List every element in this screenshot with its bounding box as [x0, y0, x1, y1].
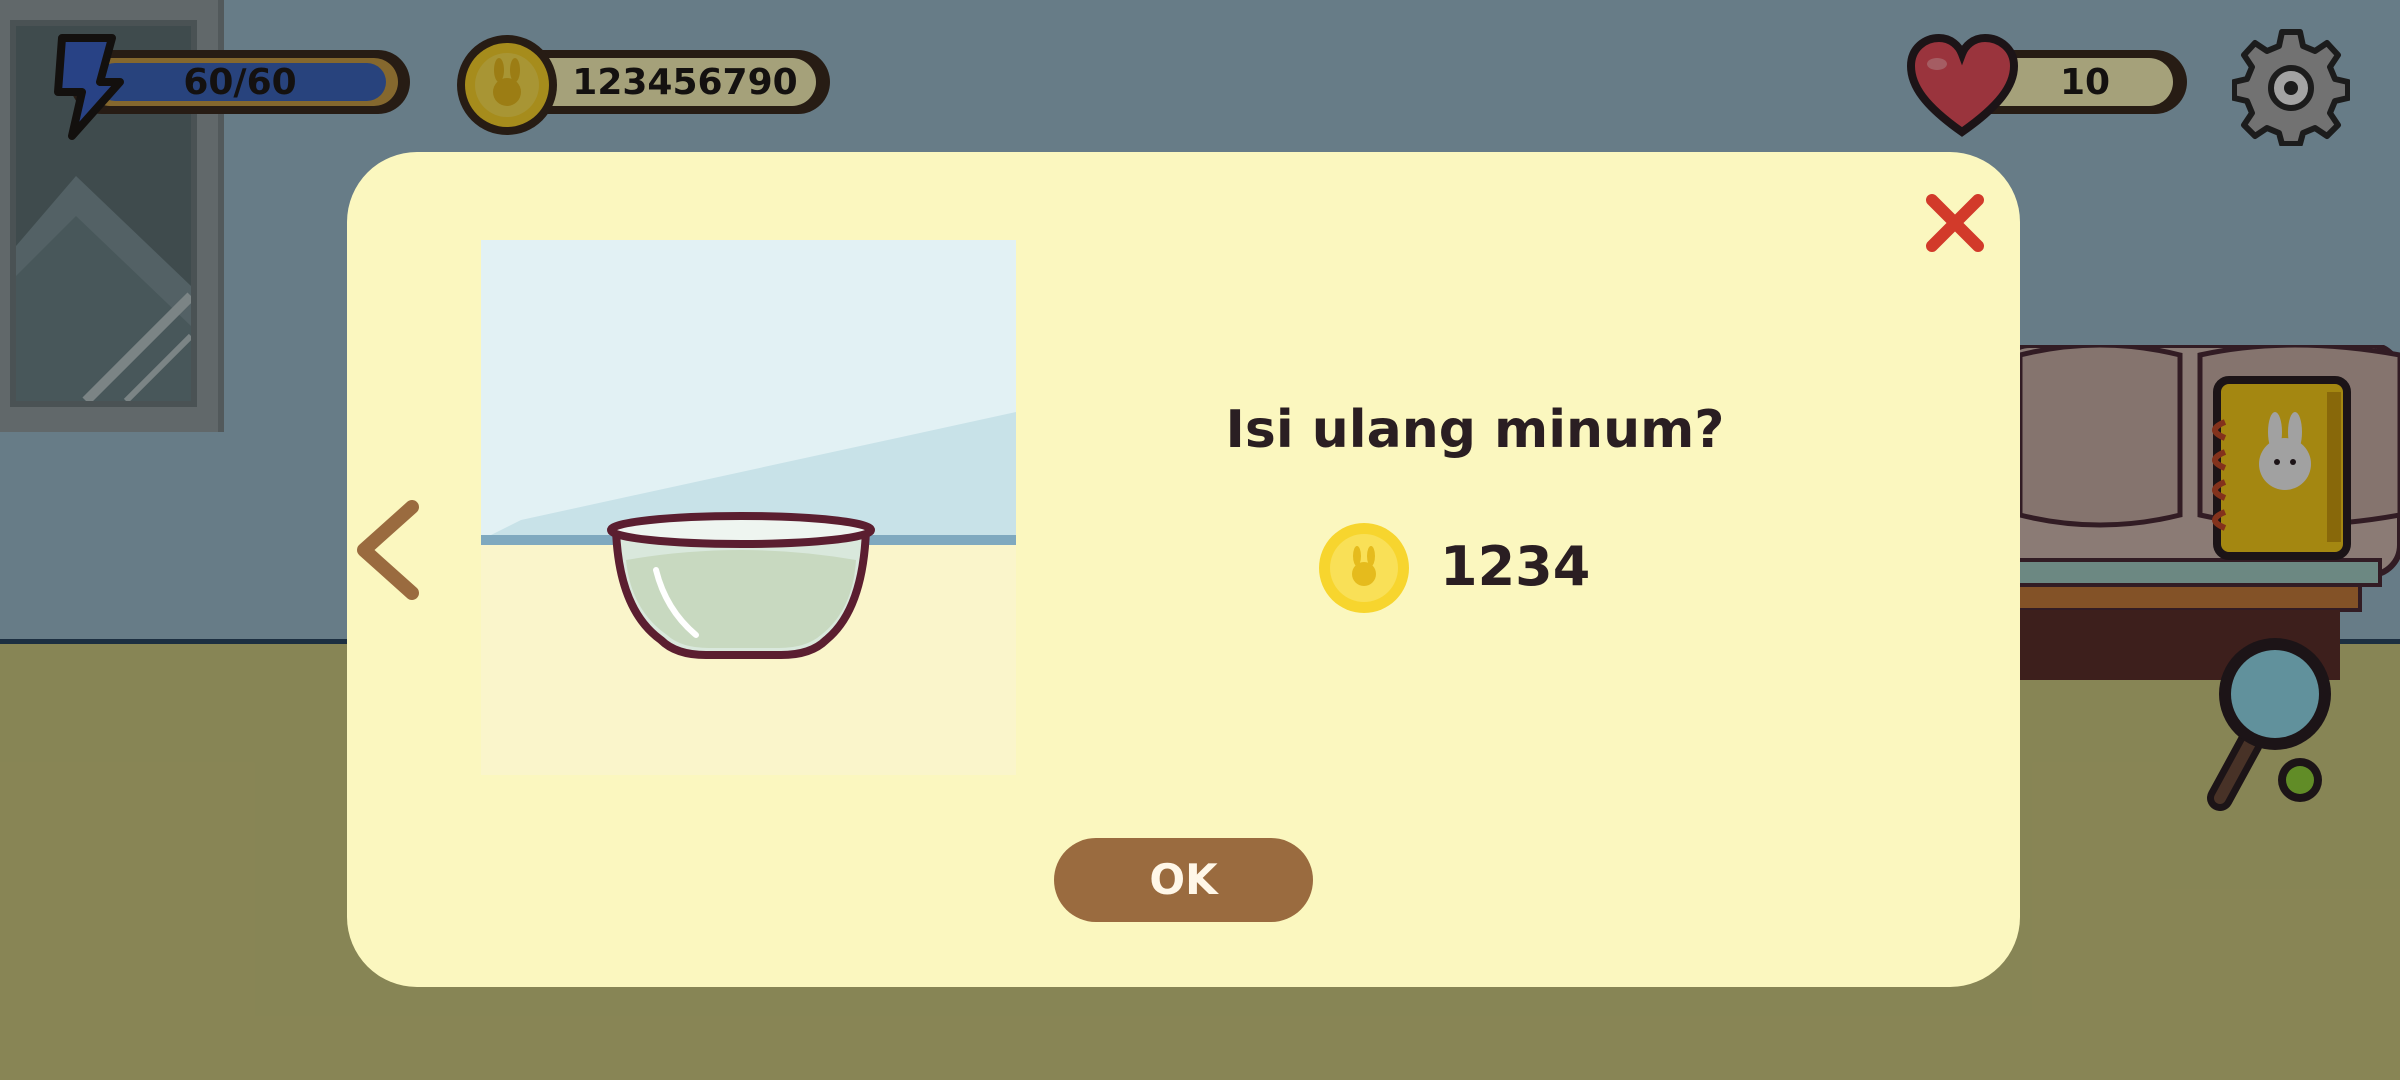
refill-price: 1234	[1440, 535, 1591, 598]
ok-button[interactable]: OK	[1054, 838, 1313, 922]
close-icon[interactable]	[1920, 188, 1990, 258]
dialog-question: Isi ulang minum?	[1225, 400, 1725, 460]
water-bowl-image	[481, 240, 1016, 775]
coin-icon	[1319, 523, 1409, 613]
item-preview	[481, 240, 1016, 775]
chevron-left-icon[interactable]	[350, 495, 430, 605]
